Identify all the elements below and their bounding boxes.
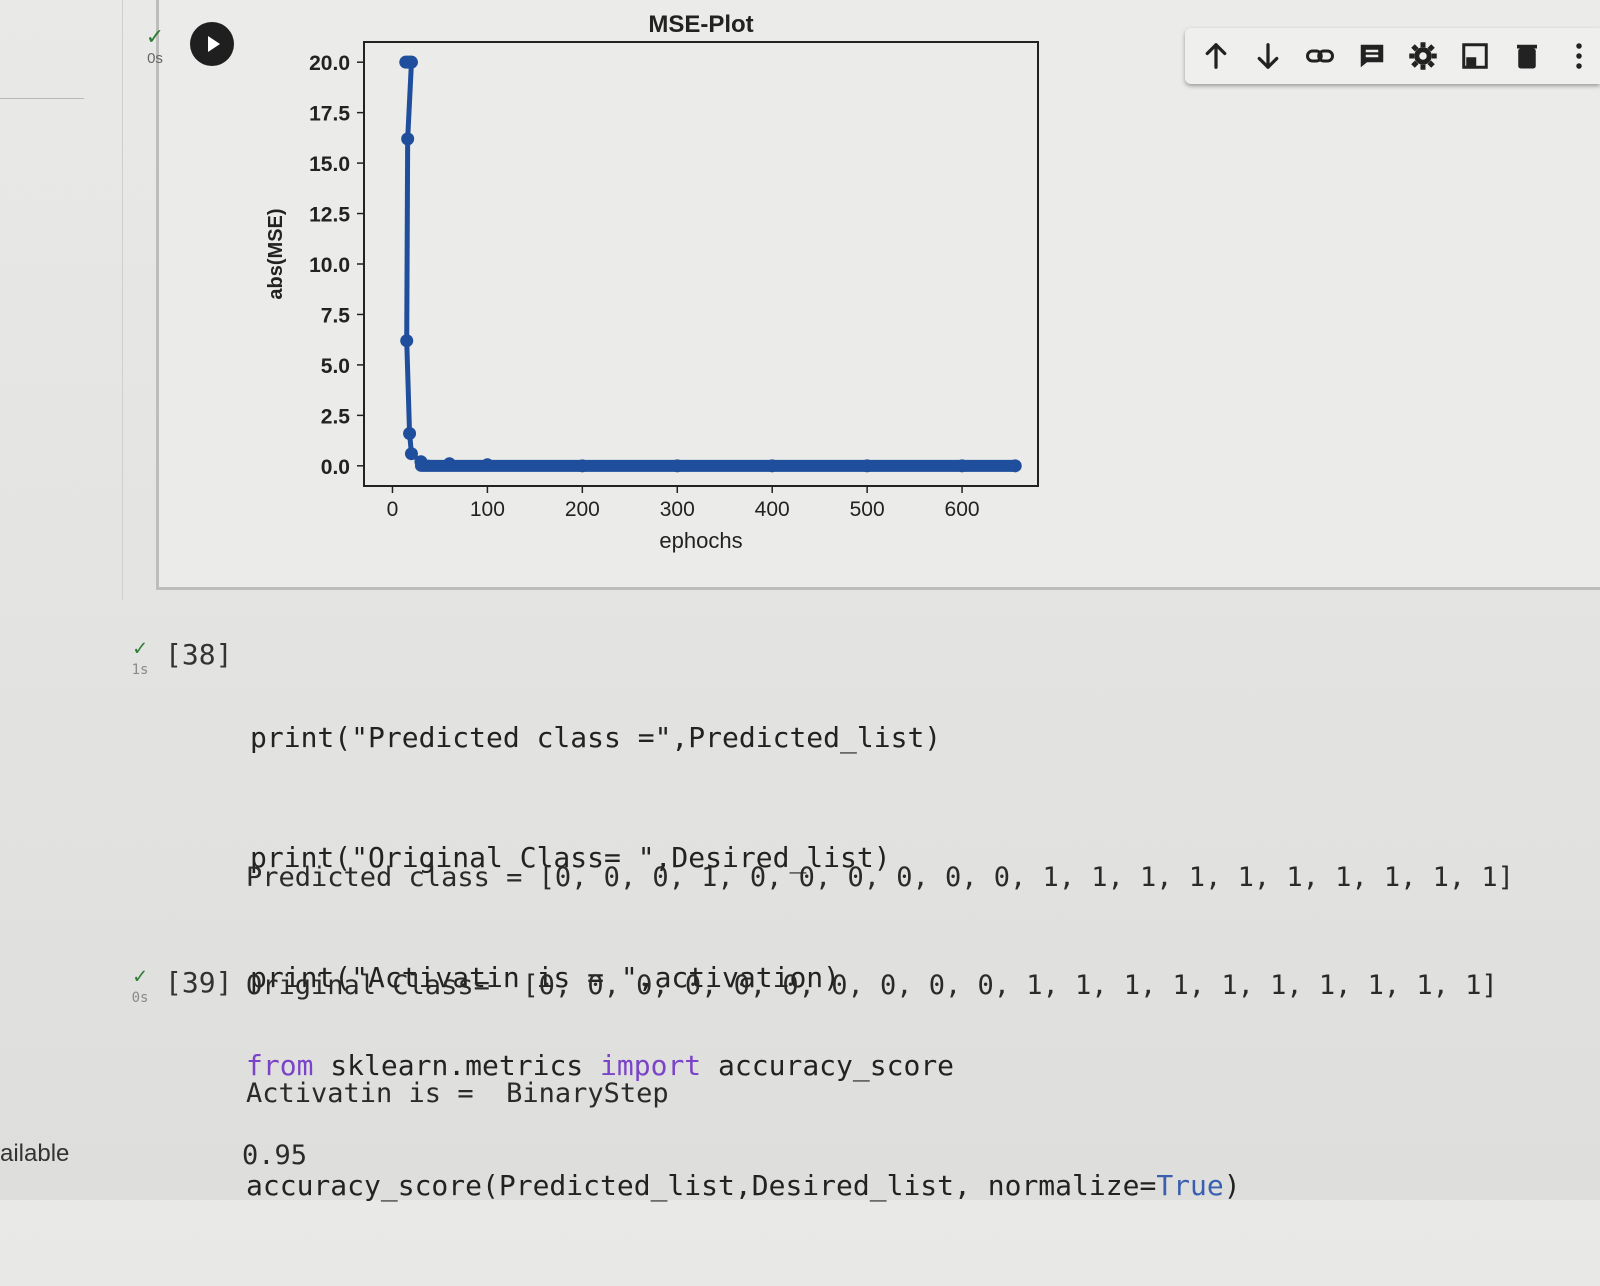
cell-gutter-line bbox=[122, 0, 123, 600]
code-cell-39[interactable]: ✓ 0s [39] from sklearn.metrics import ac… bbox=[110, 964, 1590, 1203]
data-point bbox=[955, 459, 969, 473]
x-axis-label: ephochs bbox=[659, 528, 742, 553]
keyword-import: import bbox=[600, 1049, 702, 1082]
data-point bbox=[414, 455, 428, 469]
x-tick-label: 100 bbox=[470, 498, 505, 521]
code-line: accuracy_score(Predicted_list,Desired_li… bbox=[246, 1166, 1241, 1206]
code-editor[interactable]: from sklearn.metrics import accuracy_sco… bbox=[246, 966, 1241, 1286]
output-value: 0.95 bbox=[242, 1140, 308, 1171]
data-point bbox=[400, 334, 414, 348]
cell-toolbar bbox=[1185, 28, 1600, 84]
code-text: ) bbox=[1223, 1169, 1241, 1202]
execution-time: 0s bbox=[131, 990, 149, 1006]
imported-name: accuracy_score bbox=[701, 1049, 955, 1082]
y-tick-label: 0.0 bbox=[321, 456, 350, 479]
run-cell-button[interactable] bbox=[190, 22, 234, 66]
output-line: Predicted class = [0, 0, 0, 1, 0, 0, 0, … bbox=[246, 862, 1514, 893]
x-tick-label: 200 bbox=[565, 498, 600, 521]
cell-output: 0.95 bbox=[242, 1066, 307, 1246]
move-cell-down-button[interactable] bbox=[1247, 33, 1289, 79]
gear-icon bbox=[1409, 42, 1438, 70]
y-tick-label: 15.0 bbox=[309, 153, 350, 176]
copy-link-button[interactable] bbox=[1299, 33, 1341, 79]
chart-title: MSE-Plot bbox=[648, 11, 753, 38]
y-axis-label: abs(MSE) bbox=[265, 208, 287, 299]
link-icon bbox=[1305, 49, 1334, 63]
data-point bbox=[401, 132, 415, 146]
add-comment-button[interactable] bbox=[1351, 33, 1393, 79]
execution-time: 1s bbox=[131, 662, 149, 678]
y-tick-label: 20.0 bbox=[309, 52, 350, 75]
execution-count: [39] bbox=[165, 966, 233, 999]
success-check-icon: ✓ bbox=[145, 24, 165, 49]
comment-icon bbox=[1360, 44, 1383, 68]
more-actions-button[interactable] bbox=[1558, 33, 1600, 79]
cell-status: ✓ 0s bbox=[120, 964, 160, 1007]
delete-cell-button[interactable] bbox=[1506, 33, 1548, 79]
mse-plot-chart: MSE-Plot ephochs abs(MSE) 0 100 200 300 400 500 6… bbox=[265, 11, 1039, 553]
success-check-icon: ✓ bbox=[133, 964, 147, 989]
data-point bbox=[1008, 459, 1022, 473]
keyword-true: True bbox=[1156, 1169, 1224, 1202]
x-tick-label: 400 bbox=[755, 498, 790, 521]
y-tick-label: 5.0 bbox=[321, 355, 350, 378]
code-text: accuracy_score(Predicted_list,Desired_li… bbox=[246, 1169, 1157, 1202]
data-point bbox=[480, 458, 494, 472]
runtime-status-text: ailable bbox=[0, 1140, 70, 1167]
y-tick-label: 10.0 bbox=[309, 254, 350, 277]
code-line: from sklearn.metrics import accuracy_sco… bbox=[246, 1046, 1241, 1086]
mirror-cell-icon bbox=[1462, 43, 1489, 69]
x-tick-label: 300 bbox=[660, 498, 695, 521]
execution-time: 0s bbox=[147, 50, 163, 67]
data-point bbox=[860, 459, 874, 473]
cell-status: ✓ 1s bbox=[120, 636, 160, 679]
move-cell-up-button[interactable] bbox=[1195, 33, 1237, 79]
success-check-icon: ✓ bbox=[133, 636, 147, 661]
data-point bbox=[575, 459, 589, 473]
y-tick-label: 7.5 bbox=[321, 304, 351, 327]
cell-status: ✓ 0s bbox=[135, 24, 175, 68]
data-point bbox=[442, 457, 456, 471]
data-point bbox=[403, 427, 417, 441]
data-point bbox=[765, 459, 779, 473]
y-tick-label: 12.5 bbox=[309, 204, 350, 227]
data-point bbox=[404, 55, 418, 69]
code-cell-38[interactable]: ✓ 1s [38] print("Predicted class =",Pred… bbox=[110, 636, 1590, 1110]
execution-count: [38] bbox=[165, 638, 233, 671]
module-name: sklearn.metrics bbox=[313, 1049, 601, 1082]
arrow-up-icon bbox=[1205, 43, 1227, 69]
x-tick-label: 0 bbox=[387, 498, 399, 521]
sidebar-divider bbox=[0, 98, 84, 99]
plot-frame bbox=[363, 41, 1039, 487]
x-tick-label: 500 bbox=[850, 498, 885, 521]
arrow-down-icon bbox=[1257, 43, 1279, 69]
x-tick-label: 600 bbox=[945, 498, 980, 521]
play-icon bbox=[208, 36, 220, 52]
kebab-menu-icon bbox=[1576, 43, 1582, 69]
code-line: print("Predicted class =",Predicted_list… bbox=[250, 721, 942, 754]
data-point bbox=[670, 459, 684, 473]
y-tick-label: 17.5 bbox=[309, 103, 350, 126]
mirror-cell-button[interactable] bbox=[1454, 33, 1496, 79]
cell-settings-button[interactable] bbox=[1403, 33, 1445, 79]
y-tick-label: 2.5 bbox=[321, 405, 351, 428]
trash-icon bbox=[1517, 44, 1538, 69]
